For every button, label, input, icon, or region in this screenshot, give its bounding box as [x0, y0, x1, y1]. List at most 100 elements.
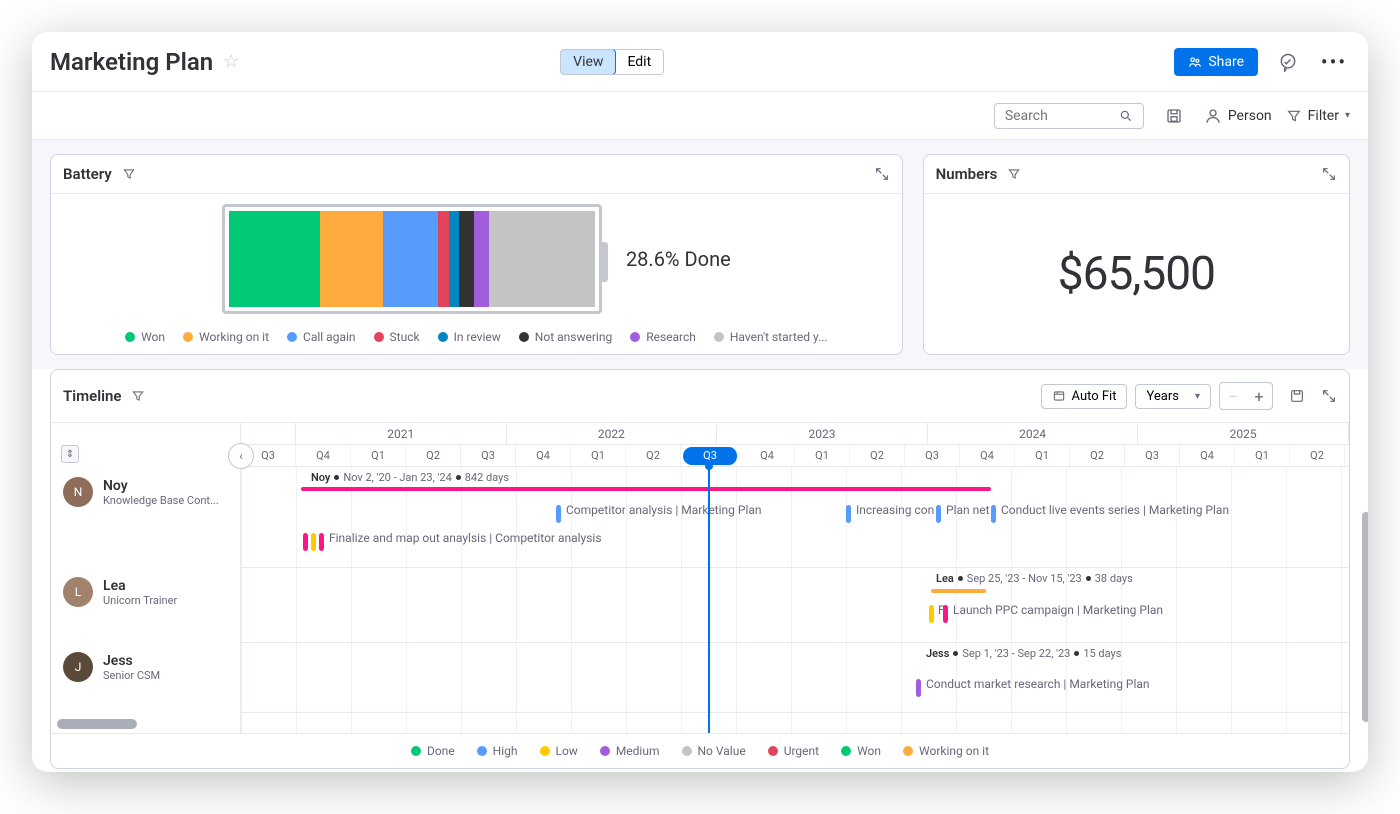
person-role: Unicorn Trainer — [103, 594, 177, 607]
toolbar: Person Filter ▾ — [32, 92, 1368, 140]
legend-label: Stuck — [390, 330, 420, 344]
granularity-select[interactable]: Years ▾ — [1135, 384, 1211, 409]
bar-summary-label: JessSep 1, '23 - Sep 22, '2315 days — [926, 647, 1121, 660]
quarter-label: Q4 — [1180, 445, 1235, 466]
quarter-label: Q4 — [740, 445, 795, 466]
numbers-value: $65,500 — [1058, 247, 1215, 301]
expand-icon[interactable] — [1321, 388, 1337, 404]
save-icon[interactable] — [1281, 380, 1313, 412]
legend-item: Urgent — [768, 744, 819, 758]
timeline-tick[interactable] — [319, 533, 324, 551]
swatch-icon — [682, 746, 692, 756]
task-label[interactable]: Conduct market research | Marketing Plan — [926, 677, 1150, 691]
timeline-tick[interactable] — [943, 605, 948, 623]
autofit-icon — [1052, 389, 1066, 403]
battery-segment — [474, 211, 489, 307]
chat-icon[interactable] — [1272, 46, 1304, 78]
search-input[interactable] — [994, 103, 1144, 129]
legend-label: Working on it — [199, 330, 269, 344]
battery-segment — [449, 211, 460, 307]
star-icon[interactable]: ☆ — [223, 51, 239, 72]
person-filter[interactable]: Person — [1204, 107, 1272, 125]
person-role: Knowledge Base Cont... — [103, 494, 219, 507]
filter-button[interactable]: Filter ▾ — [1286, 108, 1350, 124]
zoom-in-button[interactable]: + — [1246, 383, 1272, 409]
expand-icon[interactable] — [874, 166, 890, 182]
search-field[interactable] — [1005, 108, 1105, 124]
scroll-left-button[interactable]: ‹ — [228, 443, 254, 469]
legend-item: Low — [540, 744, 578, 758]
vertical-scrollbar[interactable] — [1362, 512, 1368, 722]
swatch-icon — [714, 332, 724, 342]
person-info[interactable]: LLeaUnicorn Trainer — [51, 567, 241, 617]
task-label[interactable]: Launch PPC campaign | Marketing Plan — [953, 603, 1163, 617]
legend-label: Call again — [303, 330, 356, 344]
swatch-icon — [125, 332, 135, 342]
filter-label: Filter — [1308, 108, 1339, 124]
horizontal-scrollbar[interactable] — [57, 719, 137, 729]
save-icon[interactable] — [1158, 100, 1190, 132]
year-label: 2023 — [717, 423, 928, 444]
header: Marketing Plan ☆ View Edit Share ••• — [32, 32, 1368, 92]
timeline-tick[interactable] — [311, 533, 316, 551]
legend-label: Haven't started y... — [730, 330, 828, 344]
expand-icon[interactable] — [1321, 166, 1337, 182]
quarter-label: Q1 — [1235, 445, 1290, 466]
chevron-down-icon: ▾ — [1345, 110, 1350, 121]
quarter-label: Q1 — [795, 445, 850, 466]
person-role: Senior CSM — [103, 669, 160, 682]
filter-icon[interactable] — [1007, 167, 1021, 181]
task-label[interactable]: Finalize and map out anaylsis | Competit… — [329, 531, 602, 545]
timeline-right[interactable]: 20212022202320242025 Q3Q4Q1Q2Q3Q4Q1Q2Q3Q… — [241, 423, 1349, 733]
person-name: Lea — [103, 578, 177, 594]
swatch-icon — [287, 332, 297, 342]
bar-summary-label: NoyNov 2, '20 - Jan 23, '24842 days — [311, 471, 509, 484]
battery-chart — [222, 204, 602, 314]
filter-icon[interactable] — [131, 389, 145, 403]
timeline-bar[interactable] — [301, 487, 991, 491]
battery-segment — [489, 211, 595, 307]
person-info[interactable]: JJessSenior CSM — [51, 642, 241, 692]
timeline-legend: DoneHighLowMediumNo ValueUrgentWonWorkin… — [51, 733, 1349, 768]
collapse-icon[interactable]: ⇕ — [61, 445, 79, 463]
legend-label: Won — [141, 330, 165, 344]
timeline-tick[interactable] — [303, 533, 308, 551]
numbers-title: Numbers — [936, 165, 998, 183]
more-icon[interactable]: ••• — [1318, 46, 1350, 78]
timeline-tick[interactable] — [991, 505, 996, 523]
timeline-tick[interactable] — [936, 505, 941, 523]
battery-done-text: 28.6% Done — [626, 247, 731, 271]
timeline-bar[interactable] — [931, 589, 986, 593]
zoom-out-button[interactable]: − — [1220, 383, 1246, 409]
timeline-tick[interactable] — [556, 505, 561, 523]
share-label: Share — [1208, 54, 1244, 70]
edit-toggle[interactable]: Edit — [615, 50, 663, 74]
swatch-icon — [768, 746, 778, 756]
task-label[interactable]: Competitor analysis | Marketing Plan — [566, 503, 762, 517]
legend-label: Done — [427, 744, 455, 758]
bar-summary-label: LeaSep 25, '23 - Nov 15, '2338 days — [936, 572, 1133, 585]
quarter-label: Q1 — [1015, 445, 1070, 466]
legend-item: In review — [438, 330, 501, 344]
filter-icon[interactable] — [122, 167, 136, 181]
timeline-tick[interactable] — [929, 605, 934, 623]
task-label[interactable]: Conduct live events series | Marketing P… — [1001, 503, 1229, 517]
quarter-label: Q3 — [461, 445, 516, 466]
view-toggle[interactable]: View — [560, 49, 616, 75]
year-label: 2025 — [1138, 423, 1349, 444]
legend-item: Call again — [287, 330, 356, 344]
task-label[interactable]: Increasing con — [856, 503, 934, 517]
task-label[interactable]: Plan net — [946, 503, 990, 517]
person-info[interactable]: NNoyKnowledge Base Cont... — [51, 467, 241, 517]
timeline-tick[interactable] — [916, 679, 921, 697]
battery-segment — [459, 211, 474, 307]
share-button[interactable]: Share — [1174, 48, 1258, 76]
person-label: Person — [1228, 108, 1272, 124]
timeline-tick[interactable] — [846, 505, 851, 523]
swatch-icon — [841, 746, 851, 756]
header-right: Share ••• — [1174, 46, 1350, 78]
autofit-button[interactable]: Auto Fit — [1041, 384, 1128, 409]
legend-item: Research — [630, 330, 696, 344]
numbers-widget: Numbers $65,500 — [923, 154, 1350, 355]
filter-icon — [1286, 108, 1302, 124]
